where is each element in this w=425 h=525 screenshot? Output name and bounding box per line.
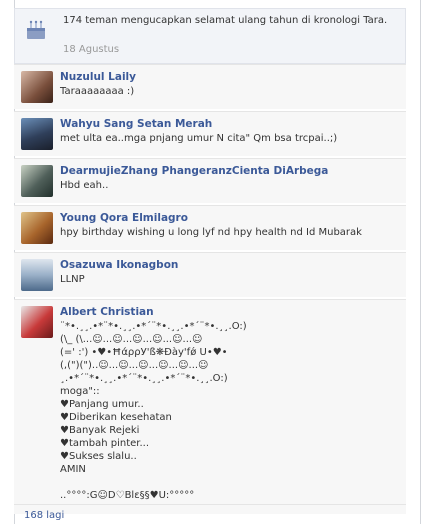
birthday-cake-icon — [27, 20, 45, 39]
post-message: met ulta ea..mga pnjang umur N cita" Qm … — [60, 133, 338, 144]
message-line: (=' :') •♥•ĦάρρУ'ß❋Đàу'fǿ U•♥• — [60, 347, 228, 358]
wall-post: DearmujieZhang PhangeranzCienta DiArbega… — [14, 158, 406, 203]
birthday-date[interactable]: 18 Agustus — [63, 44, 119, 55]
post-author[interactable]: Albert Christian — [60, 306, 154, 318]
message-line: (,(")(")..☺...☺...☺...☺...☺...☺ — [60, 360, 209, 371]
avatar[interactable] — [21, 259, 53, 291]
birthday-wall-posts: Nuzulul Laily Taraaaaaaaa :) Wahyu Sang … — [14, 64, 406, 516]
message-line: ♥Panjang umur.. — [60, 399, 144, 410]
message-line: ¨*•.¸¸.•*¨*•.¸¸.•*´¨*•.¸¸.•*´¨*•.¸¸.O:) — [60, 321, 247, 332]
birthday-summary: 174 teman mengucapkan selamat ulang tahu… — [14, 8, 406, 64]
wall-post: Osazuwa Ikonagbon LLNP — [14, 252, 406, 297]
post-message: Taraaaaaaaa :) — [60, 86, 135, 97]
wall-post: Young Qora Elmilagro hpy birthday wishin… — [14, 205, 406, 250]
post-message: Hbd eah.. — [60, 180, 109, 191]
post-message: ¨*•.¸¸.•*¨*•.¸¸.•*´¨*•.¸¸.•*´¨*•.¸¸.O:) … — [60, 320, 400, 502]
avatar[interactable] — [21, 118, 53, 150]
post-message: LLNP — [60, 274, 85, 285]
birthday-summary-text: 174 teman mengucapkan selamat ulang tahu… — [63, 15, 388, 26]
message-line: ..°°°°:G☺D♡Blε§§♥U:°°°°° — [60, 490, 195, 501]
message-line: moga":: — [60, 386, 100, 397]
message-line — [60, 476, 400, 489]
message-line: ♥Diberikan kesehatan — [60, 412, 172, 423]
post-author[interactable]: Young Qora Elmilagro — [60, 212, 188, 224]
message-line: ♥Sukses slalu.. — [60, 451, 137, 462]
post-author[interactable]: Nuzulul Laily — [60, 71, 136, 83]
post-author[interactable]: Osazuwa Ikonagbon — [60, 259, 178, 271]
message-line: (\_ (\...☺...☺...☺...☺...☺...☺ — [60, 334, 203, 345]
message-line: ¸.•*´¨*•.¸¸.•*´¨*•.¸¸.•*´¨*•.¸¸.O:) — [60, 373, 228, 384]
avatar[interactable] — [21, 306, 53, 338]
post-author[interactable]: Wahyu Sang Setan Merah — [60, 118, 212, 130]
more-posts-bar: 168 lagi — [14, 504, 406, 525]
wall-post: Wahyu Sang Setan Merah met ulta ea..mga … — [14, 111, 406, 156]
avatar[interactable] — [21, 71, 53, 103]
show-more-link[interactable]: 168 lagi — [24, 510, 64, 521]
avatar[interactable] — [21, 165, 53, 197]
message-line: ♥tambah pinter... — [60, 438, 150, 449]
wall-post: Albert Christian ¨*•.¸¸.•*¨*•.¸¸.•*´¨*•.… — [14, 299, 406, 514]
wall-post: Nuzulul Laily Taraaaaaaaa :) — [14, 64, 406, 109]
post-message: hpy birthday wishing u long lyf nd hpy h… — [60, 227, 362, 238]
post-author[interactable]: DearmujieZhang PhangeranzCienta DiArbega — [60, 165, 328, 177]
message-line: ♥Banyak Rejeki — [60, 425, 140, 436]
message-line: AMIN — [60, 464, 86, 475]
avatar[interactable] — [21, 212, 53, 244]
